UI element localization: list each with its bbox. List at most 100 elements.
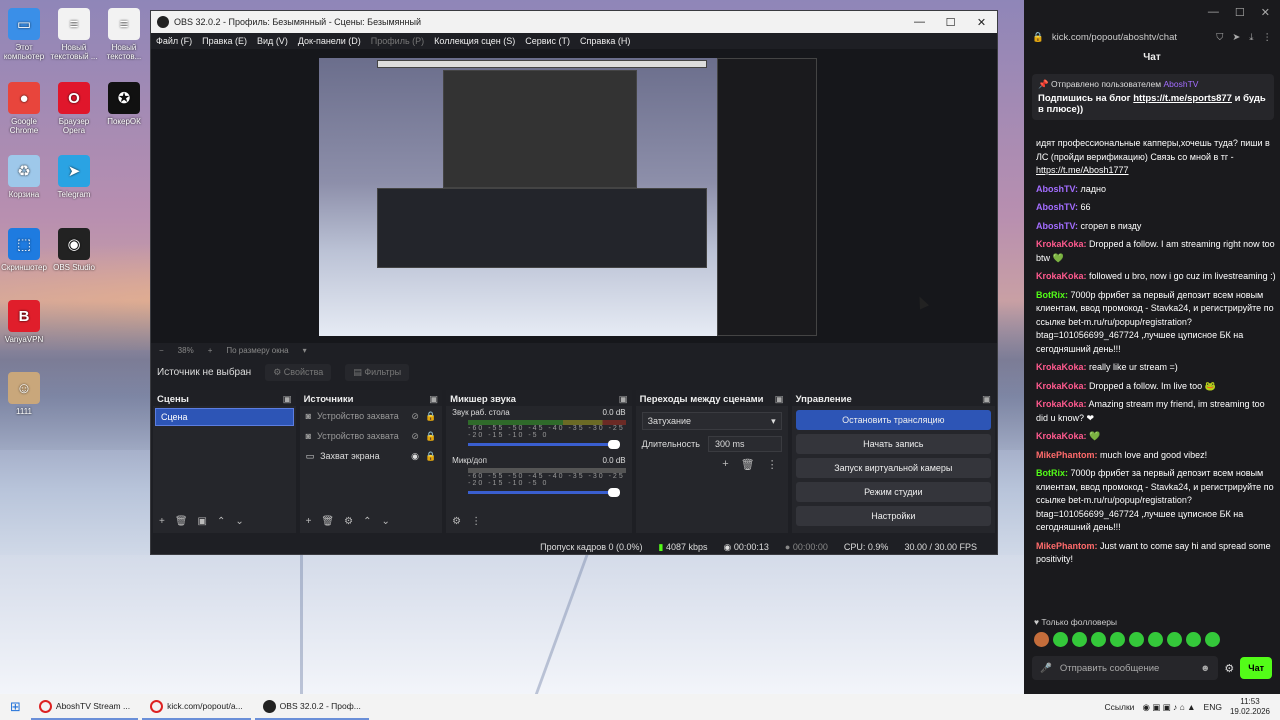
zoom-out-button[interactable]: − — [159, 346, 164, 355]
trash-icon[interactable]: 🗑 — [741, 458, 755, 471]
volume-slider[interactable] — [468, 440, 620, 449]
minimize-icon[interactable]: — — [904, 16, 935, 29]
desktop-icon[interactable]: ◉ OBS Studio — [50, 228, 98, 272]
zoom-in-button[interactable]: + — [208, 346, 213, 355]
dock-menu-icon[interactable]: ▣ — [283, 394, 292, 405]
download-icon[interactable]: ⤓ — [1249, 32, 1253, 43]
arrow-down-icon[interactable]: ⌄ — [235, 516, 243, 527]
more-icon[interactable]: ⋮ — [1263, 32, 1273, 43]
minimize-icon[interactable]: — — [1208, 6, 1219, 20]
url[interactable]: kick.com/popout/aboshtv/chat — [1052, 32, 1177, 43]
desktop-icon[interactable]: B VanyaVPN — [0, 300, 48, 344]
clock[interactable]: 11:53 19.02.2026 — [1230, 697, 1270, 717]
emote-icon[interactable] — [1053, 632, 1068, 647]
tray-icons[interactable]: ◉ ▣ ▣ ♪ ⌂ ▲ — [1142, 702, 1195, 713]
gear-icon[interactable]: ⚙ — [1224, 662, 1234, 675]
links-toolbar[interactable]: Ссылки — [1105, 702, 1135, 712]
language[interactable]: ENG — [1204, 702, 1222, 712]
volume-slider[interactable] — [468, 488, 620, 497]
virtual-camera-button[interactable]: Запуск виртуальной камеры — [795, 458, 991, 478]
send-icon[interactable]: ➤ — [1232, 32, 1240, 43]
stream-time: ◉ 00:00:13 — [723, 541, 769, 552]
menu-edit[interactable]: Правка (E) — [202, 36, 247, 46]
arrow-down-icon[interactable]: ⌄ — [381, 516, 389, 527]
desktop-icon[interactable]: O Браузер Opera — [50, 82, 98, 135]
dock-menu-icon[interactable]: ▣ — [619, 394, 628, 405]
pinned-link[interactable]: https://t.me/sports877 — [1133, 93, 1232, 104]
desktop-icon[interactable]: ✪ ПокерОК — [100, 82, 148, 126]
taskbar-item[interactable]: OBS 32.0.2 - Проф... — [254, 694, 369, 720]
emote-icon[interactable] — [1148, 632, 1163, 647]
lock-icon: 🔒 — [424, 430, 437, 441]
desktop-icon[interactable]: ● Google Chrome — [0, 82, 48, 135]
emote-icon[interactable] — [1034, 632, 1049, 647]
scene-item[interactable]: Сцена — [155, 408, 294, 426]
maximize-icon[interactable]: ☐ — [935, 16, 966, 29]
trash-icon[interactable]: 🗑 — [321, 516, 334, 527]
chevron-down-icon[interactable]: ▾ — [303, 346, 307, 355]
windows-start-icon[interactable]: ⊞ — [0, 699, 31, 715]
menu-docks[interactable]: Док-панели (D) — [298, 36, 361, 46]
more-icon[interactable]: ⋮ — [767, 458, 778, 471]
taskbar-item[interactable]: AboshTV Stream ... — [30, 694, 139, 720]
chat-input[interactable]: 🎤 Отправить сообщение ☻ — [1032, 656, 1219, 680]
desktop-icon[interactable]: ≡ Новый текстовый ... — [50, 8, 98, 61]
emote-icon[interactable] — [1186, 632, 1201, 647]
filters-button[interactable]: ▤ Фильтры — [345, 363, 410, 381]
zoom-fit[interactable]: По размеру окна — [226, 346, 288, 355]
menu-tools[interactable]: Сервис (T) — [525, 36, 570, 46]
duration-input[interactable]: 300 ms — [707, 436, 782, 452]
emote-icon[interactable] — [1110, 632, 1125, 647]
settings-button[interactable]: Настройки — [795, 506, 991, 526]
close-icon[interactable]: ✕ — [1261, 6, 1270, 20]
more-icon[interactable]: ⋮ — [471, 516, 481, 527]
menu-scene-collection[interactable]: Коллекция сцен (S) — [434, 36, 515, 46]
properties-button[interactable]: ⚙ Свойства — [265, 363, 332, 381]
emote-icon[interactable] — [1072, 632, 1087, 647]
chat-username: KrokaKoka: — [1036, 271, 1087, 281]
obs-preview[interactable] — [151, 49, 997, 343]
close-icon[interactable]: ✕ — [966, 16, 997, 29]
shield-icon[interactable]: ⛉ — [1216, 32, 1223, 43]
stop-stream-button[interactable]: Остановить трансляцию — [795, 410, 991, 430]
dock-menu-icon[interactable]: ▣ — [775, 394, 784, 405]
dock-menu-icon[interactable]: ▣ — [982, 394, 991, 405]
source-item[interactable]: ◙ Устройство захвата ⊘ 🔒 — [300, 426, 443, 446]
add-icon[interactable]: + — [722, 458, 728, 471]
chat-link[interactable]: https://t.me/Abosh1777 — [1036, 165, 1129, 175]
mixer-settings-icon[interactable]: ⚙ — [452, 516, 461, 527]
maximize-icon[interactable]: ☐ — [1235, 6, 1245, 20]
chat-send-button[interactable]: Чат — [1240, 657, 1272, 679]
desktop-icon[interactable]: ☺ 1111 — [0, 372, 48, 416]
desktop-icon[interactable]: ➤ Telegram — [50, 155, 98, 199]
menu-view[interactable]: Вид (V) — [257, 36, 288, 46]
source-item[interactable]: ◙ Устройство захвата ⊘ 🔒 — [300, 406, 443, 426]
gear-icon[interactable]: ⚙ — [344, 516, 353, 527]
pinned-message[interactable]: 📌 Отправлено пользователем AboshTV Подпи… — [1032, 74, 1274, 120]
taskbar-item[interactable]: kick.com/popout/a... — [142, 694, 251, 720]
opera-icon — [150, 699, 164, 713]
chat-username: BotRix: — [1036, 289, 1068, 300]
source-item[interactable]: ▭ Захват экрана ◉ 🔒 — [300, 446, 443, 466]
add-icon[interactable]: + — [159, 516, 165, 527]
desktop-icon[interactable]: ≡ Новый текстов... — [100, 8, 148, 61]
desktop-icon[interactable]: ♻ Корзина — [0, 155, 48, 199]
transition-select[interactable]: Затухание ▾ — [641, 412, 782, 430]
trash-icon[interactable]: 🗑 — [175, 516, 188, 527]
emote-icon[interactable] — [1205, 632, 1220, 647]
filter-icon[interactable]: ▣ — [198, 516, 207, 527]
arrow-up-icon[interactable]: ⌃ — [217, 516, 225, 527]
desktop-icon[interactable]: ▭ Этот компьютер — [0, 8, 48, 61]
emote-icon[interactable] — [1091, 632, 1106, 647]
desktop-icon[interactable]: ⬚ Скриншотер — [0, 228, 48, 272]
start-recording-button[interactable]: Начать запись — [795, 434, 991, 454]
add-icon[interactable]: + — [306, 516, 312, 527]
arrow-up-icon[interactable]: ⌃ — [363, 516, 371, 527]
menu-help[interactable]: Справка (H) — [580, 36, 630, 46]
menu-profile[interactable]: Профиль (P) — [371, 36, 424, 46]
emote-icon[interactable] — [1129, 632, 1144, 647]
dock-menu-icon[interactable]: ▣ — [429, 394, 438, 405]
menu-file[interactable]: Файл (F) — [156, 36, 192, 46]
emote-icon[interactable] — [1167, 632, 1182, 647]
studio-mode-button[interactable]: Режим студии — [795, 482, 991, 502]
